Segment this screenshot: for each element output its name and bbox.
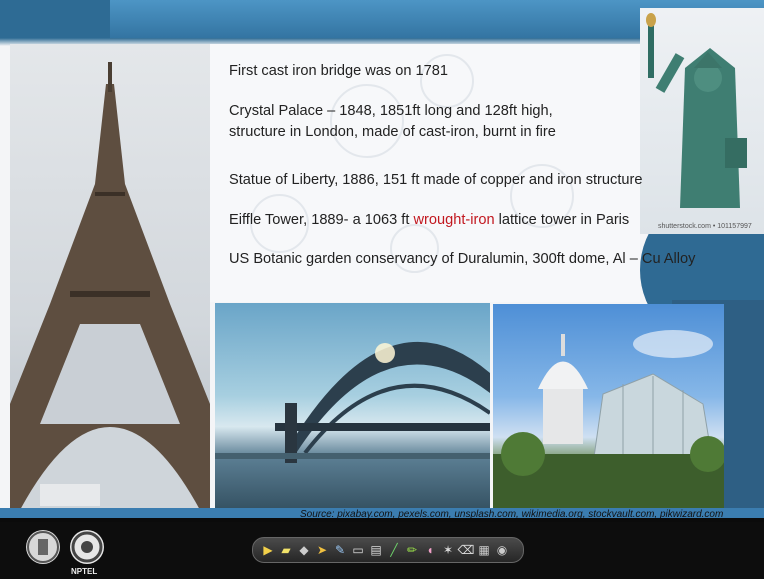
nptel-logo <box>70 530 104 564</box>
play-icon[interactable]: ▶ <box>259 541 277 559</box>
bullet-eiffel-tower: Eiffle Tower, 1889- a 1063 ft wrought-ir… <box>229 211 629 230</box>
bullet-cast-iron-bridge: First cast iron bridge was on 1781 <box>229 63 449 79</box>
eiffel-text-start: Eiffle Tower, 1889- a 1063 ft <box>229 212 410 228</box>
bullet-crystal-palace-line2: structure in London, made of cast-iron, … <box>229 124 556 140</box>
botanic-garden-image <box>493 304 724 509</box>
highlighter-icon[interactable]: ▰ <box>277 541 295 559</box>
shape-icon[interactable]: ▭ <box>349 541 367 559</box>
pointer-icon[interactable]: ➤ <box>313 541 331 559</box>
eraser-icon[interactable]: ◆ <box>295 541 313 559</box>
clear-icon[interactable]: ⌫ <box>457 541 475 559</box>
slide: shutterstock.com • 101157997 First cast … <box>0 0 764 518</box>
iit-logo <box>26 530 60 564</box>
pen-thin-icon[interactable]: ╱ <box>385 541 403 559</box>
eiffel-tower-image <box>10 44 210 510</box>
laser-icon[interactable]: ✶ <box>439 541 457 559</box>
marker-icon[interactable]: ◖ <box>421 541 439 559</box>
wrought-iron-highlight: wrought-iron <box>413 212 495 228</box>
annotation-toolbar: ▶ ▰ ◆ ➤ ✎ ▭ ▤ ╱ ✏ ◖ ✶ ⌫ ▦ ◉ <box>252 537 524 563</box>
pen-green-icon[interactable]: ✏ <box>403 541 421 559</box>
bullet-statue-of-liberty: Statue of Liberty, 1886, 151 ft made of … <box>229 172 643 188</box>
statue-of-liberty-image: shutterstock.com • 101157997 <box>640 8 764 234</box>
bullet-crystal-palace-line1: Crystal Palace – 1848, 1851ft long and 1… <box>229 103 553 119</box>
watermark-circle <box>330 84 404 158</box>
bridge-image <box>215 303 490 509</box>
nptel-label: NPTEL <box>71 567 98 576</box>
pen-icon[interactable]: ✎ <box>331 541 349 559</box>
board-icon[interactable]: ▦ <box>475 541 493 559</box>
bullet-botanic-garden: US Botanic garden conservancy of Duralum… <box>229 251 696 267</box>
text-icon[interactable]: ▤ <box>367 541 385 559</box>
eiffel-text-end: lattice tower in Paris <box>498 212 630 228</box>
source-citation: Source: pixabay.com, pexels.com, unsplas… <box>300 509 724 518</box>
record-icon[interactable]: ◉ <box>493 541 511 559</box>
image-credit: shutterstock.com • 101157997 <box>658 223 752 230</box>
